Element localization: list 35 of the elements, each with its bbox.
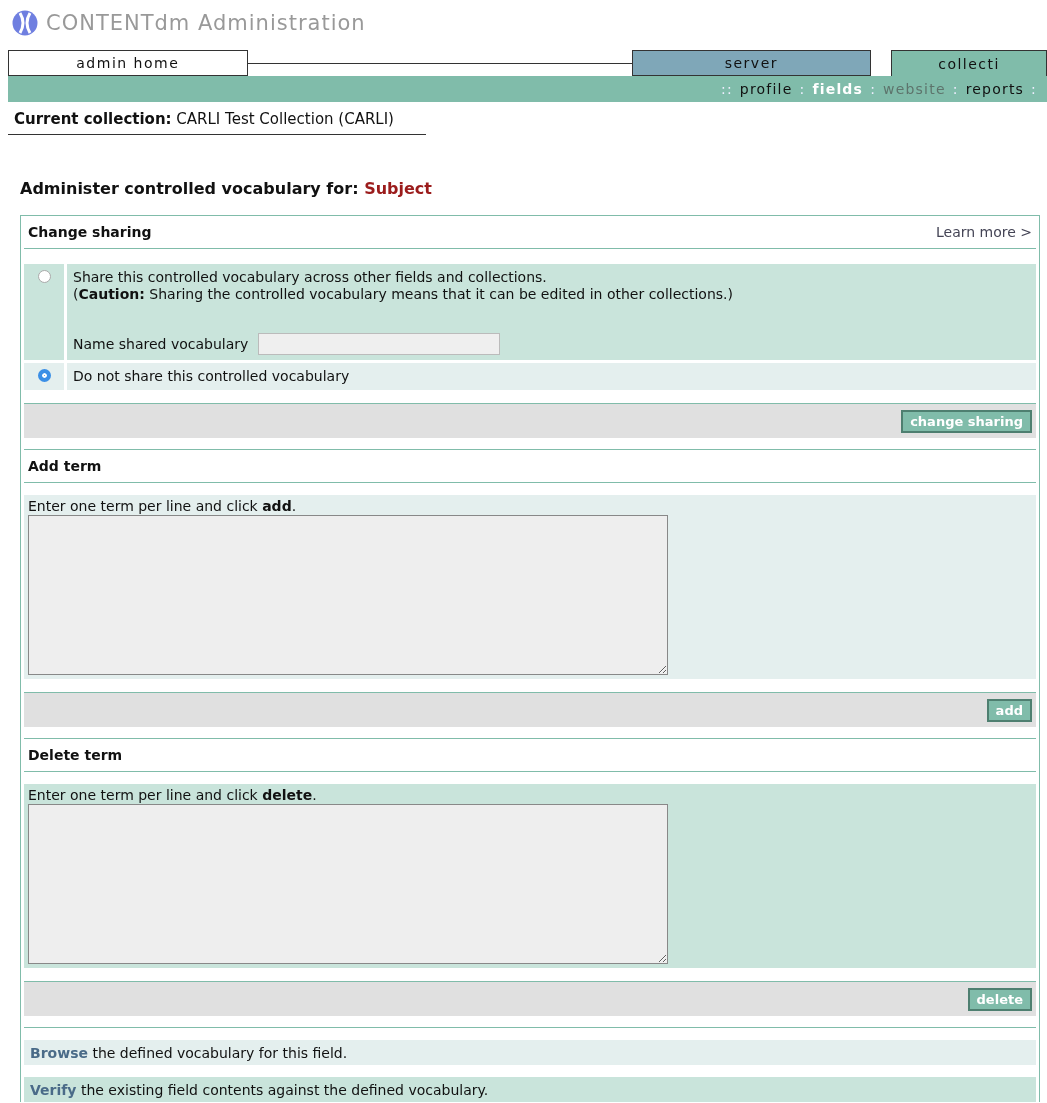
nav-tab[interactable]: server — [631, 50, 872, 76]
nav-tab[interactable]: admin home — [8, 50, 248, 76]
section-title: Add term — [28, 458, 102, 474]
separator-text: : — [1031, 81, 1037, 97]
section-title: Delete term — [28, 747, 123, 763]
caution-text: (Caution: Sharing the controlled vocabulary means that it can be edited in other collections.) — [73, 286, 734, 303]
app-title: CONTENTdm Administration — [46, 11, 366, 35]
add-terms-field[interactable] — [28, 515, 668, 675]
section-title: Change sharing — [28, 224, 152, 240]
collection-name: CARLI Test Collection (CARLI) — [176, 110, 394, 128]
page-heading: Administer controlled vocabulary for: — [20, 179, 359, 198]
action-link[interactable]: Browse — [30, 1044, 88, 1061]
separator-text: : — [952, 81, 959, 97]
link-sentence: Browse the defined vocabulary for this field. — [30, 1044, 348, 1061]
field-name: Subject — [364, 179, 432, 198]
learn-more-link[interactable]: Learn more > — [935, 224, 1032, 240]
vocabulary-name-field[interactable] — [258, 333, 501, 355]
link-sentence: Verify the existing field contents against the defined vocabulary. — [30, 1081, 489, 1098]
field-label: Name shared vocabulary — [73, 335, 249, 353]
nav-link[interactable]: profile — [739, 81, 793, 97]
radio-button[interactable] — [37, 369, 51, 382]
logo-icon — [12, 10, 38, 36]
option-text: Share this controlled vocabulary across other fields and collections. — [73, 269, 548, 286]
instruction-text: Enter one term per line and click add. — [28, 498, 298, 514]
separator-text: : — [799, 81, 806, 97]
instruction-text: Enter one term per line and click delete. — [28, 787, 318, 803]
collection-label: Current collection: — [14, 110, 172, 128]
separator-text: :: — [721, 81, 733, 97]
radio-button[interactable] — [37, 270, 51, 283]
delete-terms-field[interactable] — [28, 804, 668, 964]
separator-text: : — [870, 81, 877, 97]
nav-link[interactable]: reports — [965, 81, 1025, 97]
option-text: Do not share this controlled vocabulary — [73, 368, 351, 385]
nav-tab[interactable]: collecti — [891, 50, 1047, 76]
action-link[interactable]: Verify — [30, 1081, 77, 1098]
